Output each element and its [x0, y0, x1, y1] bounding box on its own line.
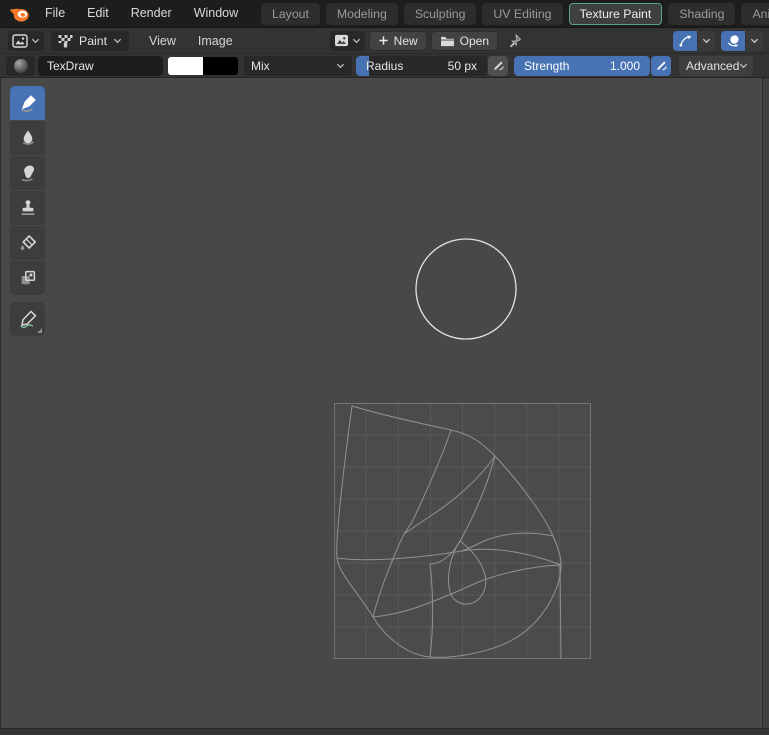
menu-render[interactable]: Render	[120, 0, 183, 27]
more-tools-indicator	[37, 328, 42, 333]
radius-slider[interactable]: Radius 50 px	[356, 56, 487, 76]
radius-label: Radius	[366, 59, 403, 73]
radius-pressure-button[interactable]	[488, 56, 508, 76]
tool-fill-button[interactable]	[10, 226, 45, 260]
tool-soften-button[interactable]	[10, 121, 45, 155]
display-options-button[interactable]	[746, 31, 763, 51]
menu-window[interactable]: Window	[183, 0, 249, 27]
open-image-button[interactable]: Open	[431, 31, 498, 51]
browse-image-button[interactable]	[330, 31, 365, 51]
chevron-down-icon	[702, 38, 711, 44]
blender-window: FileEditRenderWindowHelp LayoutModelingS…	[0, 0, 769, 735]
background-color-swatch[interactable]	[203, 57, 238, 75]
color-swatches	[168, 57, 238, 75]
blender-logo-icon[interactable]	[8, 5, 30, 23]
tool-annotate-button[interactable]	[10, 302, 45, 336]
paint-mask-icon	[58, 34, 73, 48]
advanced-dropdown[interactable]: Advanced	[679, 56, 753, 76]
tool-smear-button[interactable]	[10, 156, 45, 190]
workspace-tabs: Layout Modeling SculptingUV Editing Texture…	[256, 0, 769, 27]
blend-mode-value: Mix	[251, 59, 270, 73]
editor-type-selector[interactable]	[8, 31, 44, 51]
status-bar	[0, 728, 769, 735]
topbar: FileEditRenderWindowHelp LayoutModelingS…	[0, 0, 769, 27]
image-editor-icon	[12, 34, 28, 48]
stamp-icon	[18, 198, 38, 218]
chevron-down-icon	[31, 38, 40, 44]
brush-preview-sphere-icon	[14, 59, 28, 73]
foreground-color-swatch[interactable]	[168, 57, 203, 75]
curve-falloff-button[interactable]	[673, 31, 697, 51]
stencil-sphere-icon	[726, 33, 741, 48]
workspace-tab-uv-editing[interactable]: UV Editing	[482, 3, 562, 25]
workspace-tab-layout[interactable]: Layout	[261, 3, 320, 25]
workspace-tab-texture-paint[interactable]: Texture Paint	[569, 3, 663, 25]
stencil-sphere-button[interactable]	[721, 31, 745, 51]
paint-toolbar	[10, 86, 45, 336]
menu-image[interactable]: Image	[189, 34, 242, 48]
radius-value: 50 px	[448, 59, 477, 73]
image-icon	[334, 34, 349, 47]
brush-name-value: TexDraw	[47, 59, 94, 73]
strength-slider[interactable]: Strength 1.000	[514, 56, 650, 76]
chevron-down-icon	[750, 38, 759, 44]
menu-view[interactable]: View	[140, 34, 185, 48]
pin-icon[interactable]	[507, 33, 522, 48]
workspace-tab-animation[interactable]: Animation	[741, 3, 769, 25]
editor-divider[interactable]	[762, 78, 769, 728]
chevron-down-icon	[739, 63, 748, 69]
menu-edit[interactable]: Edit	[76, 0, 120, 27]
brush-name-field[interactable]: TexDraw	[38, 56, 163, 76]
strength-value: 1.000	[610, 59, 640, 73]
mask-icon	[18, 268, 38, 288]
blend-mode-dropdown[interactable]: Mix	[244, 56, 352, 76]
pressure-brush-icon	[492, 59, 505, 72]
bucket-icon	[18, 233, 38, 253]
texture-image-view[interactable]	[334, 403, 591, 659]
tool-clone-button[interactable]	[10, 191, 45, 225]
strength-label: Strength	[524, 59, 569, 73]
annotate-pencil-icon	[18, 309, 38, 329]
workspace-tab-modeling[interactable]: Modeling	[326, 3, 398, 25]
falloff-dropdown	[673, 31, 715, 51]
chevron-down-icon	[336, 63, 345, 69]
smear-icon	[18, 163, 38, 183]
workspace-tab-shading[interactable]: Shading	[668, 3, 735, 25]
tool-settings-bar: TexDraw Mix Radius 50 px	[0, 53, 769, 78]
droplet-icon	[18, 128, 38, 148]
chevron-down-icon	[352, 38, 361, 44]
tool-mask-button[interactable]	[10, 261, 45, 295]
falloff-options-button[interactable]	[698, 31, 715, 51]
tool-draw-button[interactable]	[10, 86, 45, 120]
brush-icon	[18, 93, 38, 113]
new-image-label: New	[394, 34, 418, 48]
menu-file[interactable]: File	[34, 0, 76, 27]
advanced-label: Advanced	[686, 59, 739, 73]
pressure-brush-icon	[655, 59, 668, 72]
open-image-label: Open	[460, 34, 489, 48]
workspace-tab-sculpting[interactable]: Sculpting	[404, 3, 477, 25]
paint-mode-selector[interactable]: Paint	[51, 31, 129, 51]
display-dropdown	[721, 31, 763, 51]
plus-icon	[378, 35, 389, 46]
folder-icon	[440, 35, 455, 47]
paint-mode-label: Paint	[79, 34, 107, 48]
strength-pressure-button[interactable]	[651, 56, 671, 76]
curve-falloff-icon	[678, 33, 693, 48]
image-editor-header: Paint View Image New Open	[0, 27, 769, 53]
chevron-down-icon	[113, 38, 122, 44]
new-image-button[interactable]: New	[369, 31, 427, 51]
brush-preview-button[interactable]	[6, 56, 35, 76]
